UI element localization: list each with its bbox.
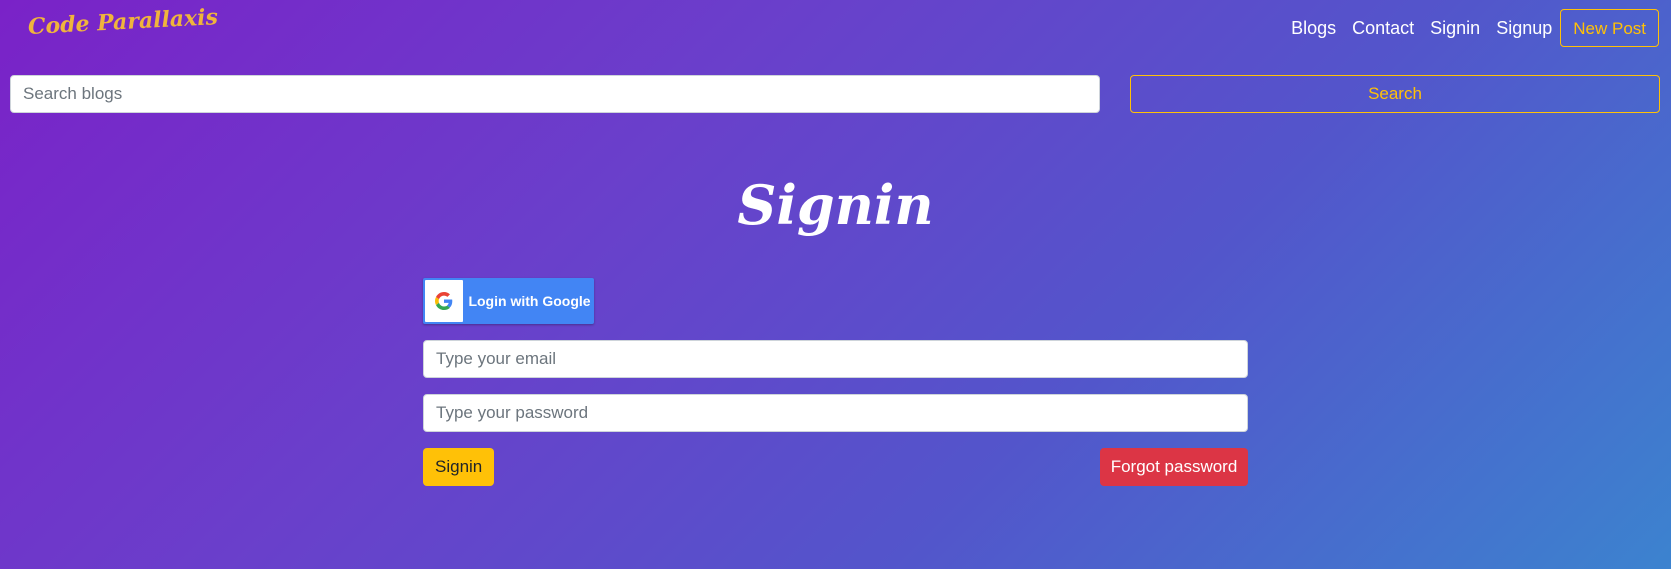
nav-link-blogs[interactable]: Blogs [1291,8,1336,48]
nav-link-signup[interactable]: Signup [1496,8,1552,48]
signin-button[interactable]: Signin [423,448,495,486]
new-post-button[interactable]: New Post [1560,9,1659,47]
email-field[interactable] [423,340,1248,378]
nav-links: Blogs Contact Signin Signup New Post [1275,8,1659,48]
google-login-button[interactable]: Login with Google [423,278,594,324]
google-g-icon [425,280,463,322]
page-title: Signin [737,173,934,237]
forgot-password-button[interactable]: Forgot password [1100,448,1248,486]
password-field[interactable] [423,394,1248,432]
nav-link-signin[interactable]: Signin [1430,8,1480,48]
brand-logo[interactable]: Code Parallaxis [27,4,218,40]
search-button[interactable]: Search [1130,75,1660,113]
google-login-label: Login with Google [468,293,591,309]
nav-link-contact[interactable]: Contact [1352,8,1414,48]
navbar: Code Parallaxis Blogs Contact Signin Sig… [0,0,1671,58]
search-input[interactable] [10,75,1100,113]
